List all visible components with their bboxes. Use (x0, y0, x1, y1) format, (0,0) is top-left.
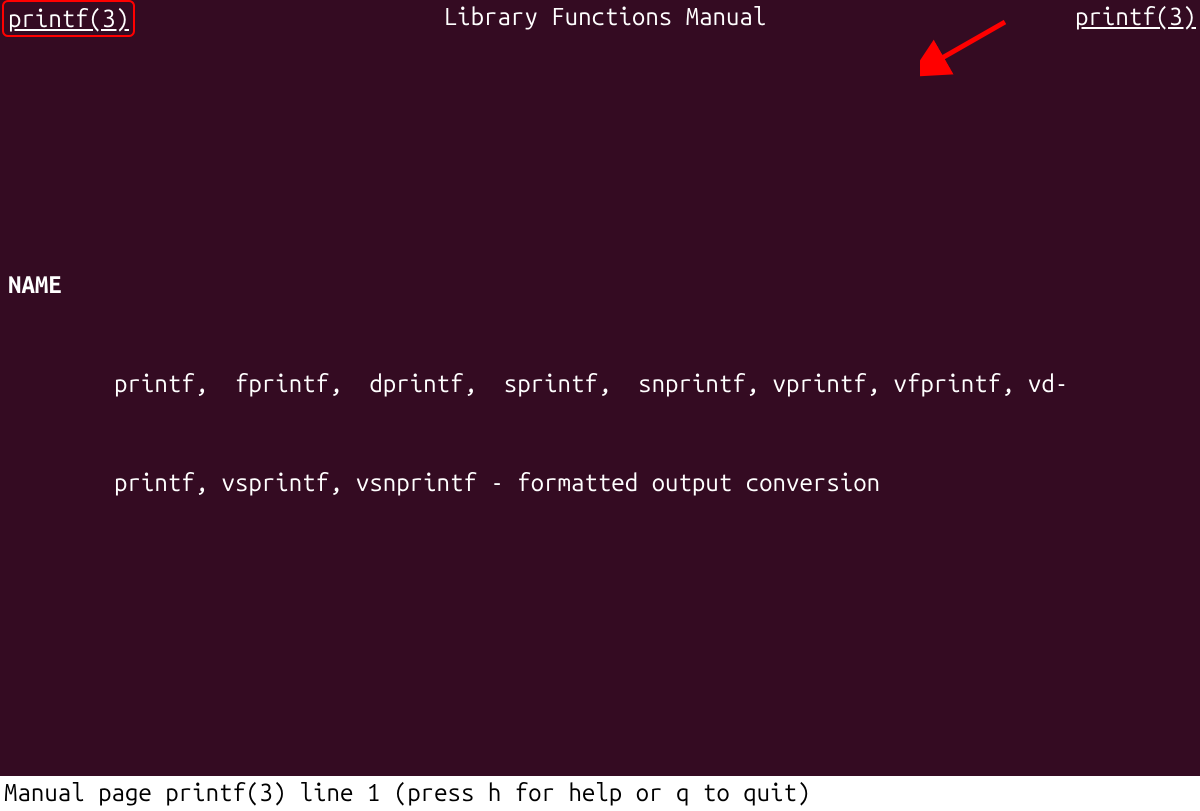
pager-status-bar[interactable]: Manual page printf(3) line 1 (press h fo… (0, 776, 1200, 811)
name-line1: printf, fprintf, dprintf, sprintf, snpri… (4, 367, 1196, 400)
header-left: printf(3) (8, 5, 129, 32)
name-line2: printf, vsprintf, vsnprintf - formatted … (4, 466, 1196, 499)
header-center: Library Functions Manual (444, 0, 767, 37)
manpage-body[interactable]: NAME printf, fprintf, dprintf, sprintf, … (0, 37, 1200, 811)
header-right: printf(3) (1075, 0, 1196, 37)
section-heading-name: NAME (4, 268, 1196, 301)
highlight-box: printf(3) (2, 0, 135, 37)
manpage-header: printf(3) Library Functions Manual print… (0, 0, 1200, 37)
